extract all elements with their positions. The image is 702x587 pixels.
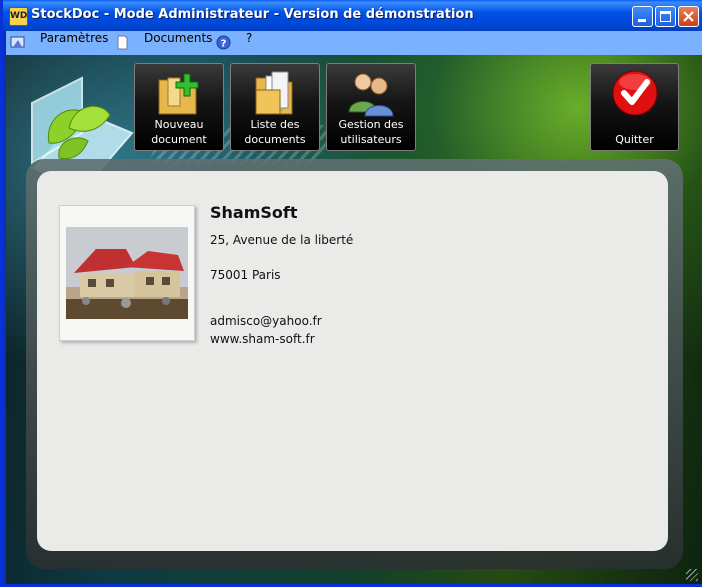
menu-item-help[interactable]: ? — [246, 31, 252, 55]
help-icon[interactable]: ? — [216, 35, 231, 50]
menu-bar: Paramètres Documents ? ? — [6, 31, 702, 56]
title-bar[interactable]: WD StockDoc - Mode Administrateur - Vers… — [3, 0, 702, 31]
app-icon[interactable]: WD — [9, 7, 28, 26]
document-list-label: Liste des documents — [244, 118, 306, 146]
settings-icon[interactable] — [10, 35, 25, 50]
document-folder-icon — [255, 71, 293, 115]
house-photo — [66, 227, 188, 319]
new-folder-icon — [158, 73, 199, 115]
window-title: StockDoc - Mode Administrateur - Version… — [31, 7, 474, 22]
new-document-button[interactable]: Nouveau document — [134, 63, 224, 151]
document-icon[interactable] — [115, 35, 130, 50]
user-management-button[interactable]: Gestion des utilisateurs — [326, 63, 416, 151]
new-document-label: Nouveau document — [151, 118, 207, 146]
app-window: WD StockDoc - Mode Administrateur - Vers… — [0, 0, 702, 587]
maximize-button[interactable] — [655, 6, 676, 27]
document-list-button[interactable]: Liste des documents — [230, 63, 320, 151]
menu-item-parametres[interactable]: Paramètres — [40, 31, 108, 55]
resize-grip[interactable] — [686, 569, 698, 581]
users-icon — [348, 73, 394, 117]
close-button[interactable] — [678, 6, 699, 27]
menu-item-documents[interactable]: Documents — [144, 31, 212, 55]
company-website[interactable]: www.sham-soft.fr — [210, 332, 315, 346]
company-address: 25, Avenue de la liberté — [210, 233, 354, 247]
maximize-icon — [660, 11, 671, 22]
user-management-label: Gestion des utilisateurs — [338, 118, 404, 146]
quit-label: Quitter — [615, 133, 654, 146]
close-icon — [683, 11, 694, 22]
company-panel: ShamSoft 25, Avenue de la liberté 75001 … — [37, 171, 668, 551]
quit-button[interactable]: Quitter — [590, 63, 679, 151]
company-email[interactable]: admisco@yahoo.fr — [210, 314, 322, 328]
svg-text:?: ? — [221, 39, 227, 50]
minimize-icon — [638, 19, 646, 22]
company-city: 75001 Paris — [210, 268, 281, 282]
main-content: Nouveau document Liste des documents Ges… — [6, 55, 702, 584]
minimize-button[interactable] — [632, 6, 653, 27]
company-name: ShamSoft — [210, 203, 298, 222]
checkmark-icon — [612, 70, 657, 116]
photo-frame — [59, 205, 195, 341]
